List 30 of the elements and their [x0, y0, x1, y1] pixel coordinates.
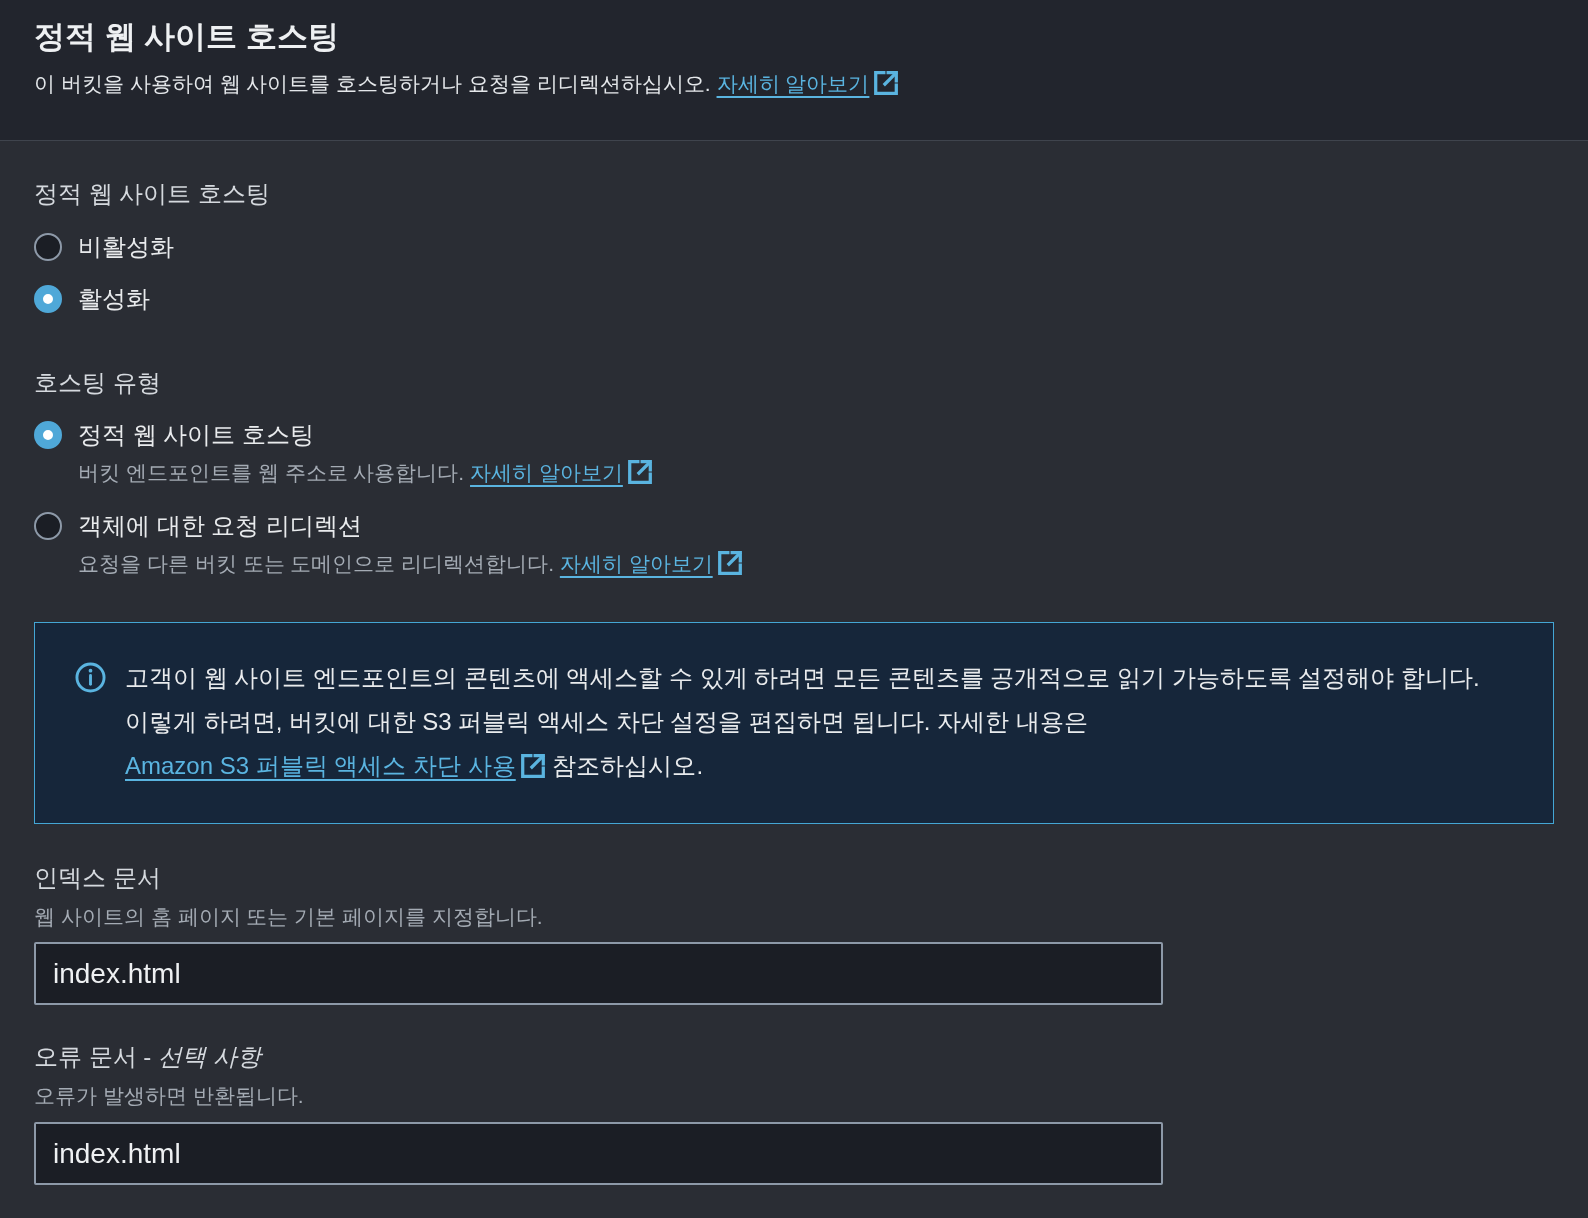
field-label: 인덱스 문서: [34, 863, 162, 893]
radio-label[interactable]: 정적 웹 사이트 호스팅: [78, 419, 314, 451]
info-message: 고객이 웹 사이트 엔드포인트의 콘텐츠에 액세스할 수 있게 하려면 모든 콘텐츠를 공개적으로 읽기 가능하도록 설정해야 합니다. 이렇게 하려면, 버킷에 대한 S3 퍼블릭 액세스 차단 설정을 편집하면 됩니다. 자세한 내용은 Amazon S3 퍼블릭 액세스 차단 사용 참조하십시오.: [125, 663, 1481, 781]
text-input[interactable]: index.html: [34, 942, 1163, 1005]
radio-label[interactable]: 객체에 대한 요청 리디렉션: [78, 510, 362, 542]
learn-more-link[interactable]: 자세히 알아보기: [470, 461, 653, 484]
option-description: 요청을 다른 버킷 또는 도메인으로 리디렉션합니다. 자세히 알아보기: [78, 550, 1554, 578]
external-link-icon: [873, 70, 900, 96]
info-icon: [75, 662, 106, 693]
radio-button[interactable]: [34, 233, 62, 261]
learn-more-link[interactable]: 자세히 알아보기: [559, 552, 743, 575]
field-description: 오류가 발생하면 반환됩니다.: [34, 1083, 305, 1109]
section-label: 호스팅 유형: [34, 368, 162, 398]
radio-button[interactable]: [34, 421, 62, 449]
header-description: 이 버킷을 사용하여 웹 사이트를 호스팅하거나 요청을 리디렉션하십시오. 자세히 알아보기: [34, 69, 1554, 99]
section-label: 정적 웹 사이트 호스팅: [34, 179, 271, 209]
external-link-icon: [626, 459, 653, 485]
external-link-icon: [519, 753, 546, 779]
radio-label[interactable]: 활성화: [78, 283, 150, 315]
field-description: 웹 사이트의 홈 페이지 또는 기본 페이지를 지정합니다.: [34, 904, 544, 930]
radio-button[interactable]: [34, 285, 62, 313]
radio-button[interactable]: [34, 512, 62, 540]
external-link-icon: [716, 550, 743, 576]
option-description: 버킷 엔드포인트를 웹 주소로 사용합니다. 자세히 알아보기: [78, 459, 1554, 487]
field-label: 오류 문서 - 선택 사항: [34, 1042, 264, 1072]
radio-label[interactable]: 비활성화: [78, 231, 174, 263]
text-input[interactable]: index.html: [34, 1122, 1163, 1185]
page-title: 정적 웹 사이트 호스팅: [34, 18, 340, 56]
learn-more-link[interactable]: 자세히 알아보기: [716, 72, 900, 95]
block-public-access-link[interactable]: Amazon S3 퍼블릭 액세스 차단 사용: [125, 752, 546, 779]
